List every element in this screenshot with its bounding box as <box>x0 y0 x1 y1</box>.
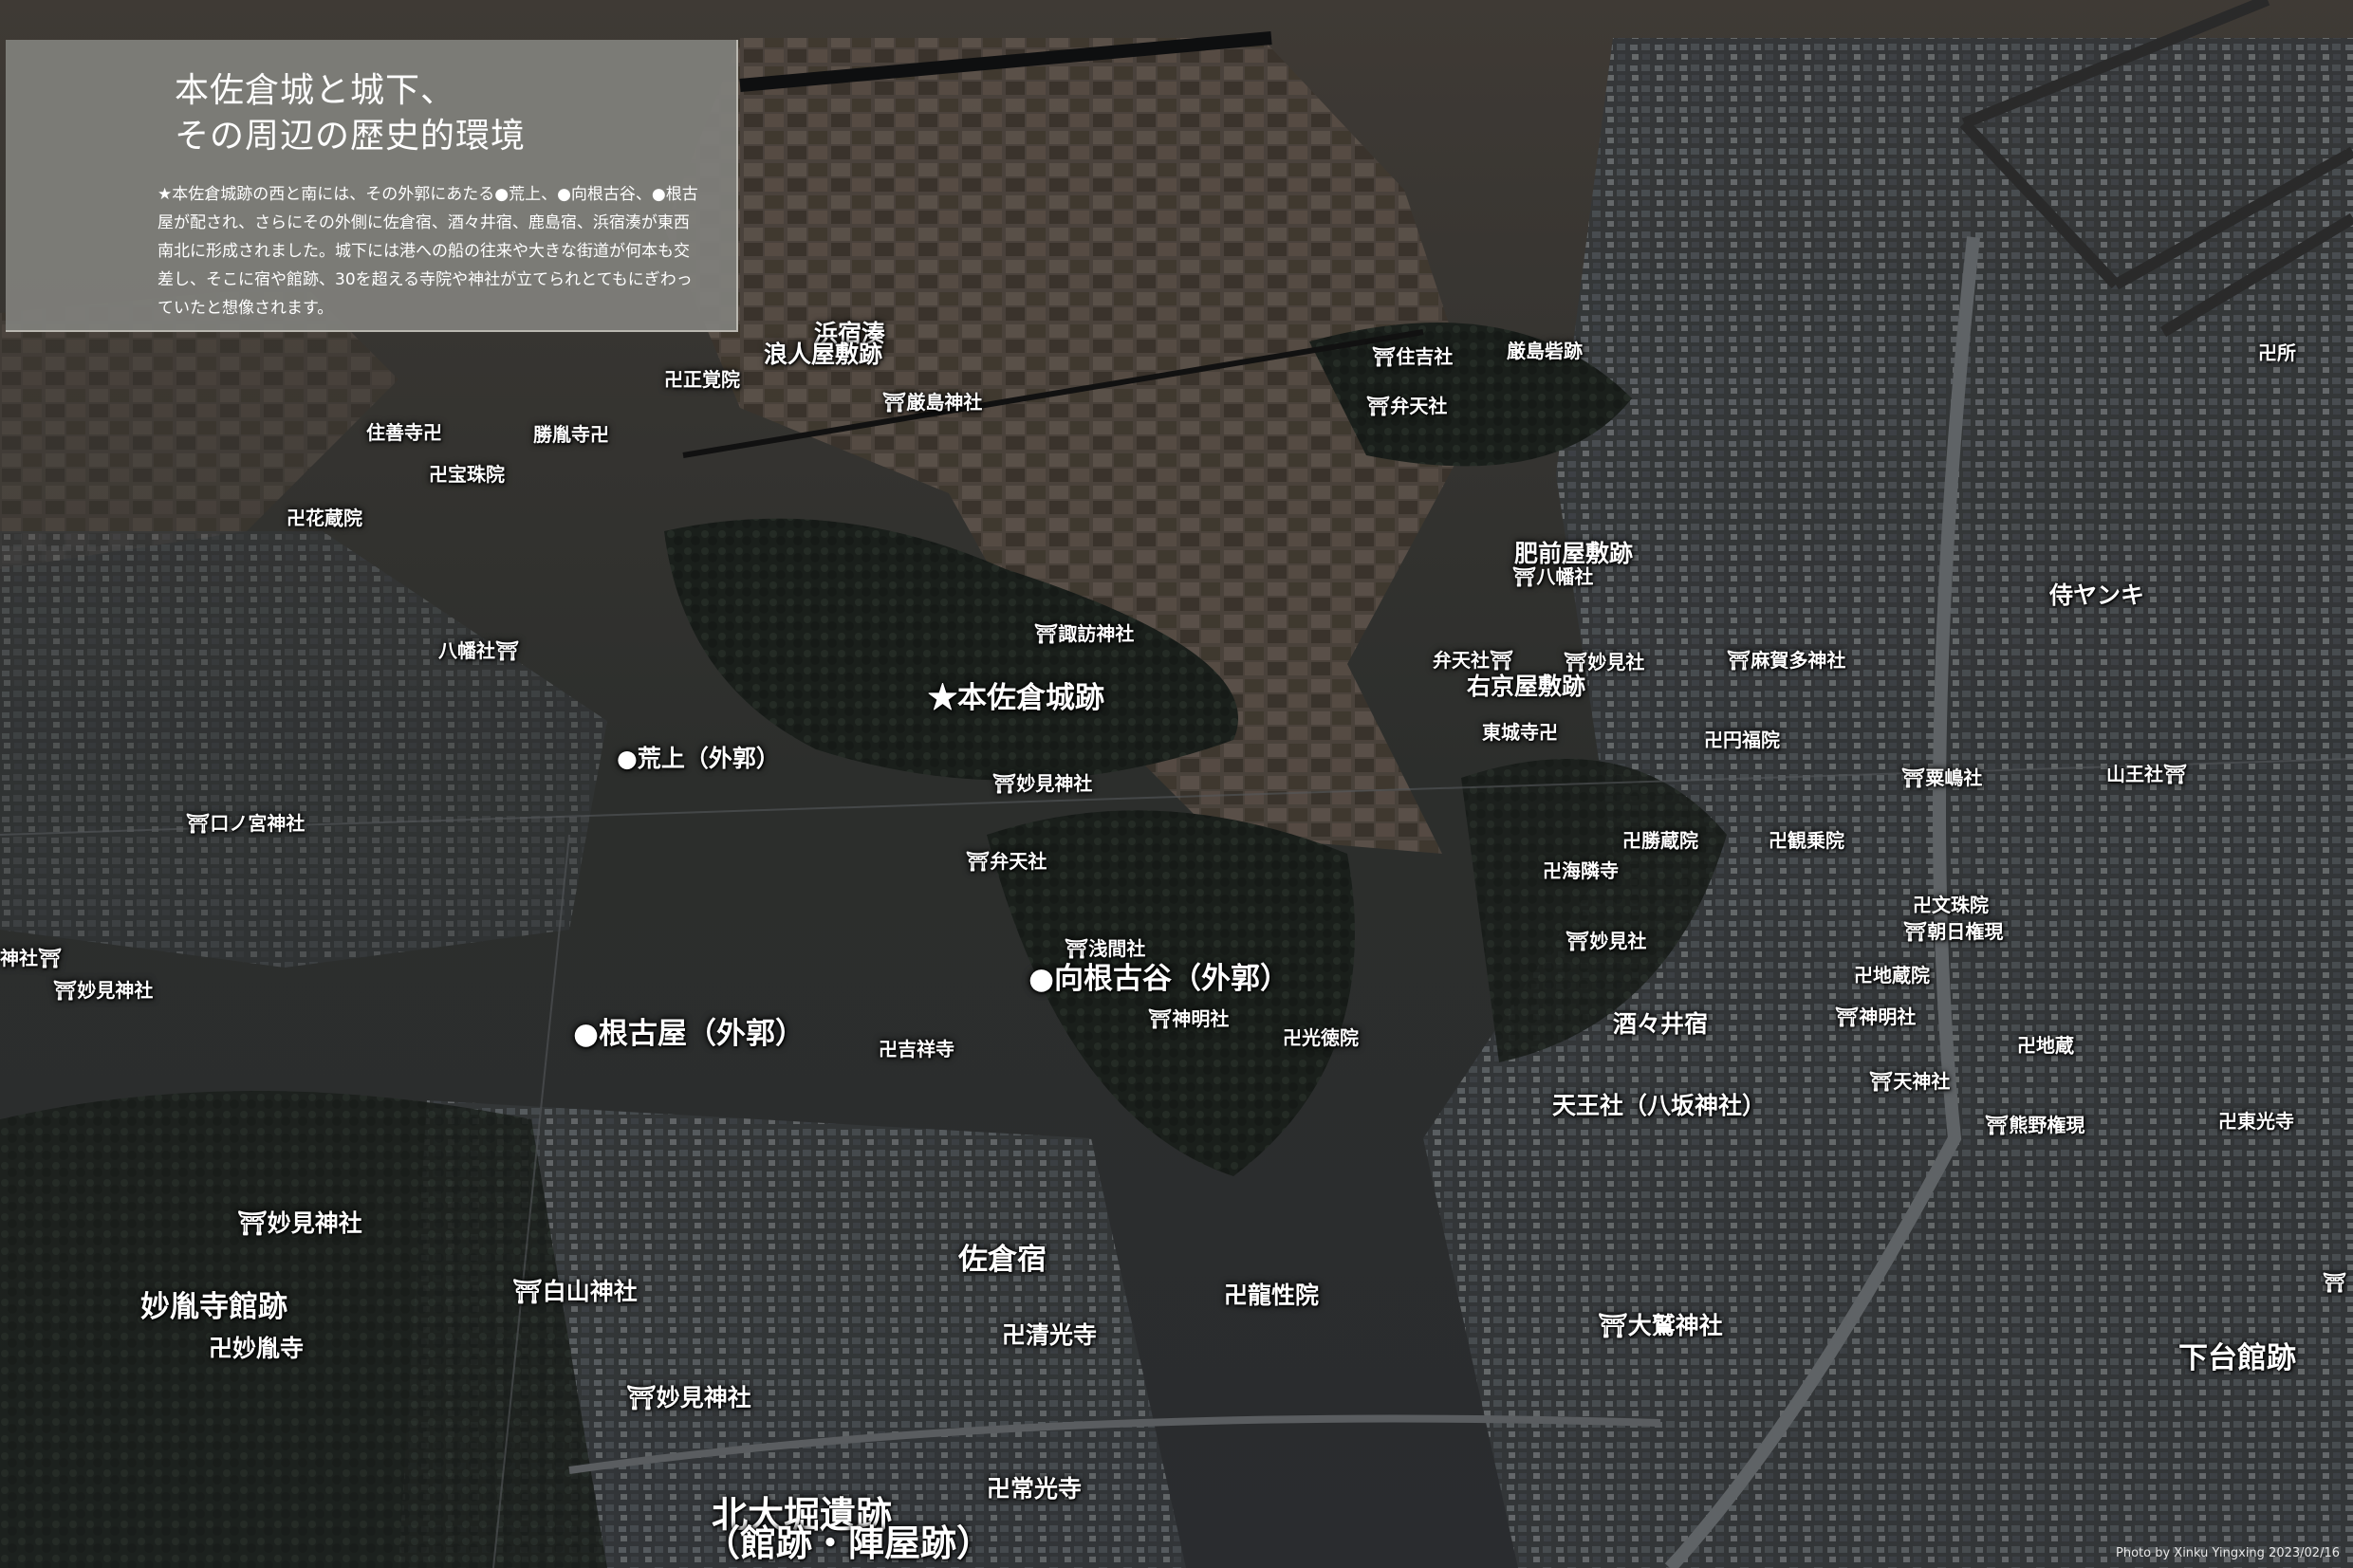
label-enpukuin: 卍円福院 <box>1704 729 1780 751</box>
label-shinmei-sha: ⛩神明社 <box>1148 1007 1230 1030</box>
label-ukyoya-yashiki: 右京屋敷跡 <box>1467 673 1586 700</box>
label-kichijoji: 卍吉祥寺 <box>879 1038 954 1061</box>
label-hakusan-jinja: ⛩白山神社 <box>512 1278 638 1305</box>
label-kuchinomiya-jinja: ⛩口ノ宮神社 <box>186 812 306 835</box>
label-myoinji: 卍妙胤寺 <box>209 1335 305 1362</box>
label-kezoin: 卍花蔵院 <box>287 507 362 529</box>
info-panel: 本佐倉城と城下、 その周辺の歴史的環境 ★本佐倉城跡の西と南には、その外郭にあた… <box>6 40 738 332</box>
label-jokoji: 卍常光寺 <box>987 1475 1083 1503</box>
label-myoken-jinja-centre: ⛩妙見神社 <box>992 772 1093 795</box>
label-east-edge-temple: 卍所 <box>2258 341 2296 364</box>
label-mukai-negoya: ●向根古谷（外郭） <box>1028 962 1290 996</box>
panel-title: 本佐倉城と城下、 その周辺の歴史的環境 <box>157 68 698 159</box>
label-myoken-sha-south: ⛩妙見社 <box>1566 930 1647 952</box>
label-myoken-jinja-west: ⛩妙見神社 <box>53 979 154 1002</box>
label-maga-tamo-jinja: ⛩麻賀多神社 <box>1727 649 1846 672</box>
label-shimodai-yakata: 下台館跡 <box>2178 1341 2296 1375</box>
label-hozuin: 卍宝珠院 <box>429 463 505 486</box>
label-awashima-sha: ⛩粟嶋社 <box>1901 766 1983 789</box>
label-tenjin-sha: ⛩天神社 <box>1869 1070 1951 1093</box>
label-jinja-west-edge: 神社⛩ <box>0 947 63 969</box>
label-suwa-jinja: ⛩諏訪神社 <box>1034 622 1135 645</box>
label-itsukushima-jinja: ⛩厳島神社 <box>882 391 983 414</box>
label-shozoin: 卍勝蔵院 <box>1622 829 1698 852</box>
label-myoinji-yakata: 妙胤寺館跡 <box>140 1290 287 1324</box>
label-sanno-sha: 山王社⛩ <box>2106 763 2188 785</box>
map-exhibit: 本佐倉城と城下、 その周辺の歴史的環境 ★本佐倉城跡の西と南には、その外郭にあた… <box>0 0 2353 1568</box>
label-shoinji-north: 勝胤寺卍 <box>533 423 609 446</box>
panel-title-line-2: その周辺の歴史的環境 <box>175 117 527 156</box>
label-kitaohori-sub: （館跡・陣屋跡） <box>704 1522 993 1564</box>
label-arakami: ●荒上（外郭） <box>617 745 780 772</box>
label-tojoji: 東城寺卍 <box>1482 721 1558 744</box>
photo-credit: Photo by Xinku Yingxing 2023/02/16 <box>2116 1546 2340 1560</box>
label-owashi-jinja: ⛩大鷲神社 <box>1598 1312 1723 1339</box>
label-sakura-shuku: 佐倉宿 <box>958 1243 1047 1277</box>
label-ronin-yashiki: 浪人屋敷跡 <box>764 341 883 368</box>
label-shoukakuin: 卍正覚院 <box>664 368 740 391</box>
label-sumiyoshi-sha: ⛩住吉社 <box>1372 345 1454 368</box>
panel-title-line-1: 本佐倉城と城下、 <box>175 71 456 110</box>
label-hachiman-sha-east: ⛩八幡社 <box>1512 565 1594 588</box>
label-tokoji: 卍東光寺 <box>2218 1110 2294 1133</box>
label-myoken-jinja-southwest: ⛩妙見神社 <box>237 1209 362 1237</box>
label-asahi-gongen: ⛩朝日権現 <box>1903 920 2004 943</box>
label-samurai-yanki: 侍ヤンキ <box>2049 581 2145 609</box>
label-ryushoin: 卍龍性院 <box>1224 1282 1320 1309</box>
label-jizo-east: 卍地蔵 <box>2017 1034 2074 1057</box>
label-koutokuin: 卍光徳院 <box>1283 1026 1359 1049</box>
label-jizoin: 卍地蔵院 <box>1854 964 1930 987</box>
label-tenno-sha: 天王社（八坂神社） <box>1552 1092 1767 1119</box>
panel-description: ★本佐倉城跡の西と南には、その外郭にあたる●荒上、●向根古谷、●根古屋が配され、… <box>157 185 698 318</box>
label-kumano-gongen: ⛩熊野権現 <box>1985 1114 2085 1136</box>
label-shuzui-shuku: 酒々井宿 <box>1613 1010 1709 1038</box>
label-myoken-jinja-bottom: ⛩妙見神社 <box>626 1384 751 1411</box>
label-kanjoin: 卍観乗院 <box>1769 829 1844 852</box>
label-hachiman-sha-west: 八幡社⛩ <box>438 639 520 662</box>
label-motosakura-castle: ★本佐倉城跡 <box>928 681 1104 715</box>
label-benten-sha-south: ⛩弁天社 <box>966 850 1047 873</box>
label-seikoji: 卍清光寺 <box>1002 1321 1098 1349</box>
label-itsukushima-toride: 厳島砦跡 <box>1507 340 1583 362</box>
label-monjuin: 卍文珠院 <box>1913 894 1989 916</box>
label-shozen-ji: 住善寺卍 <box>366 421 442 444</box>
label-benten-sha-north: ⛩弁天社 <box>1366 395 1448 417</box>
label-shinmei-sha-east: ⛩神明社 <box>1835 1005 1917 1028</box>
label-east-edge-shrine: ⛩ <box>2323 1271 2347 1294</box>
label-negoya: ●根古屋（外郭） <box>573 1017 806 1051</box>
label-kairinji: 卍海隣寺 <box>1543 859 1619 882</box>
